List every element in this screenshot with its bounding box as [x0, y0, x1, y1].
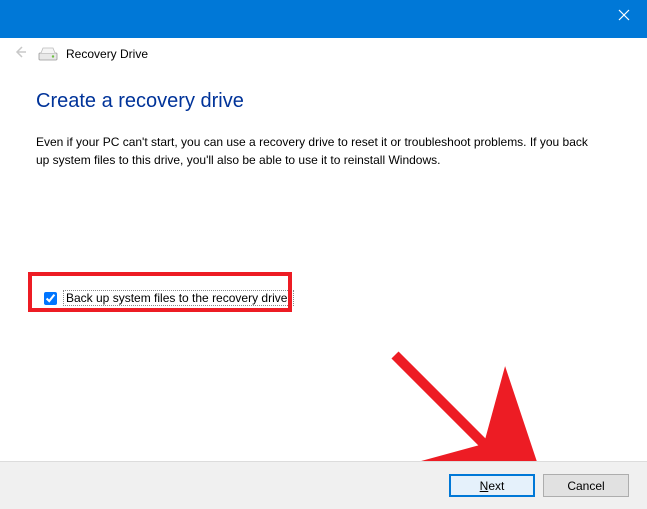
next-button[interactable]: Next: [449, 474, 535, 497]
titlebar: [0, 0, 647, 38]
window-title: Recovery Drive: [66, 47, 148, 61]
main-content: Create a recovery drive Even if your PC …: [36, 80, 611, 169]
close-button[interactable]: [601, 0, 647, 30]
window-header: Recovery Drive: [0, 42, 148, 66]
next-button-rest: ext: [488, 479, 504, 493]
backup-checkbox[interactable]: [44, 292, 57, 305]
close-icon: [618, 9, 630, 21]
back-arrow-icon: [10, 44, 30, 65]
backup-checkbox-row[interactable]: Back up system files to the recovery dri…: [40, 288, 298, 308]
page-description: Even if your PC can't start, you can use…: [36, 133, 596, 169]
recovery-drive-icon: [38, 46, 58, 62]
backup-checkbox-label[interactable]: Back up system files to the recovery dri…: [63, 290, 294, 306]
cancel-button[interactable]: Cancel: [543, 474, 629, 497]
footer: Next Cancel: [0, 461, 647, 509]
page-heading: Create a recovery drive: [36, 90, 611, 113]
